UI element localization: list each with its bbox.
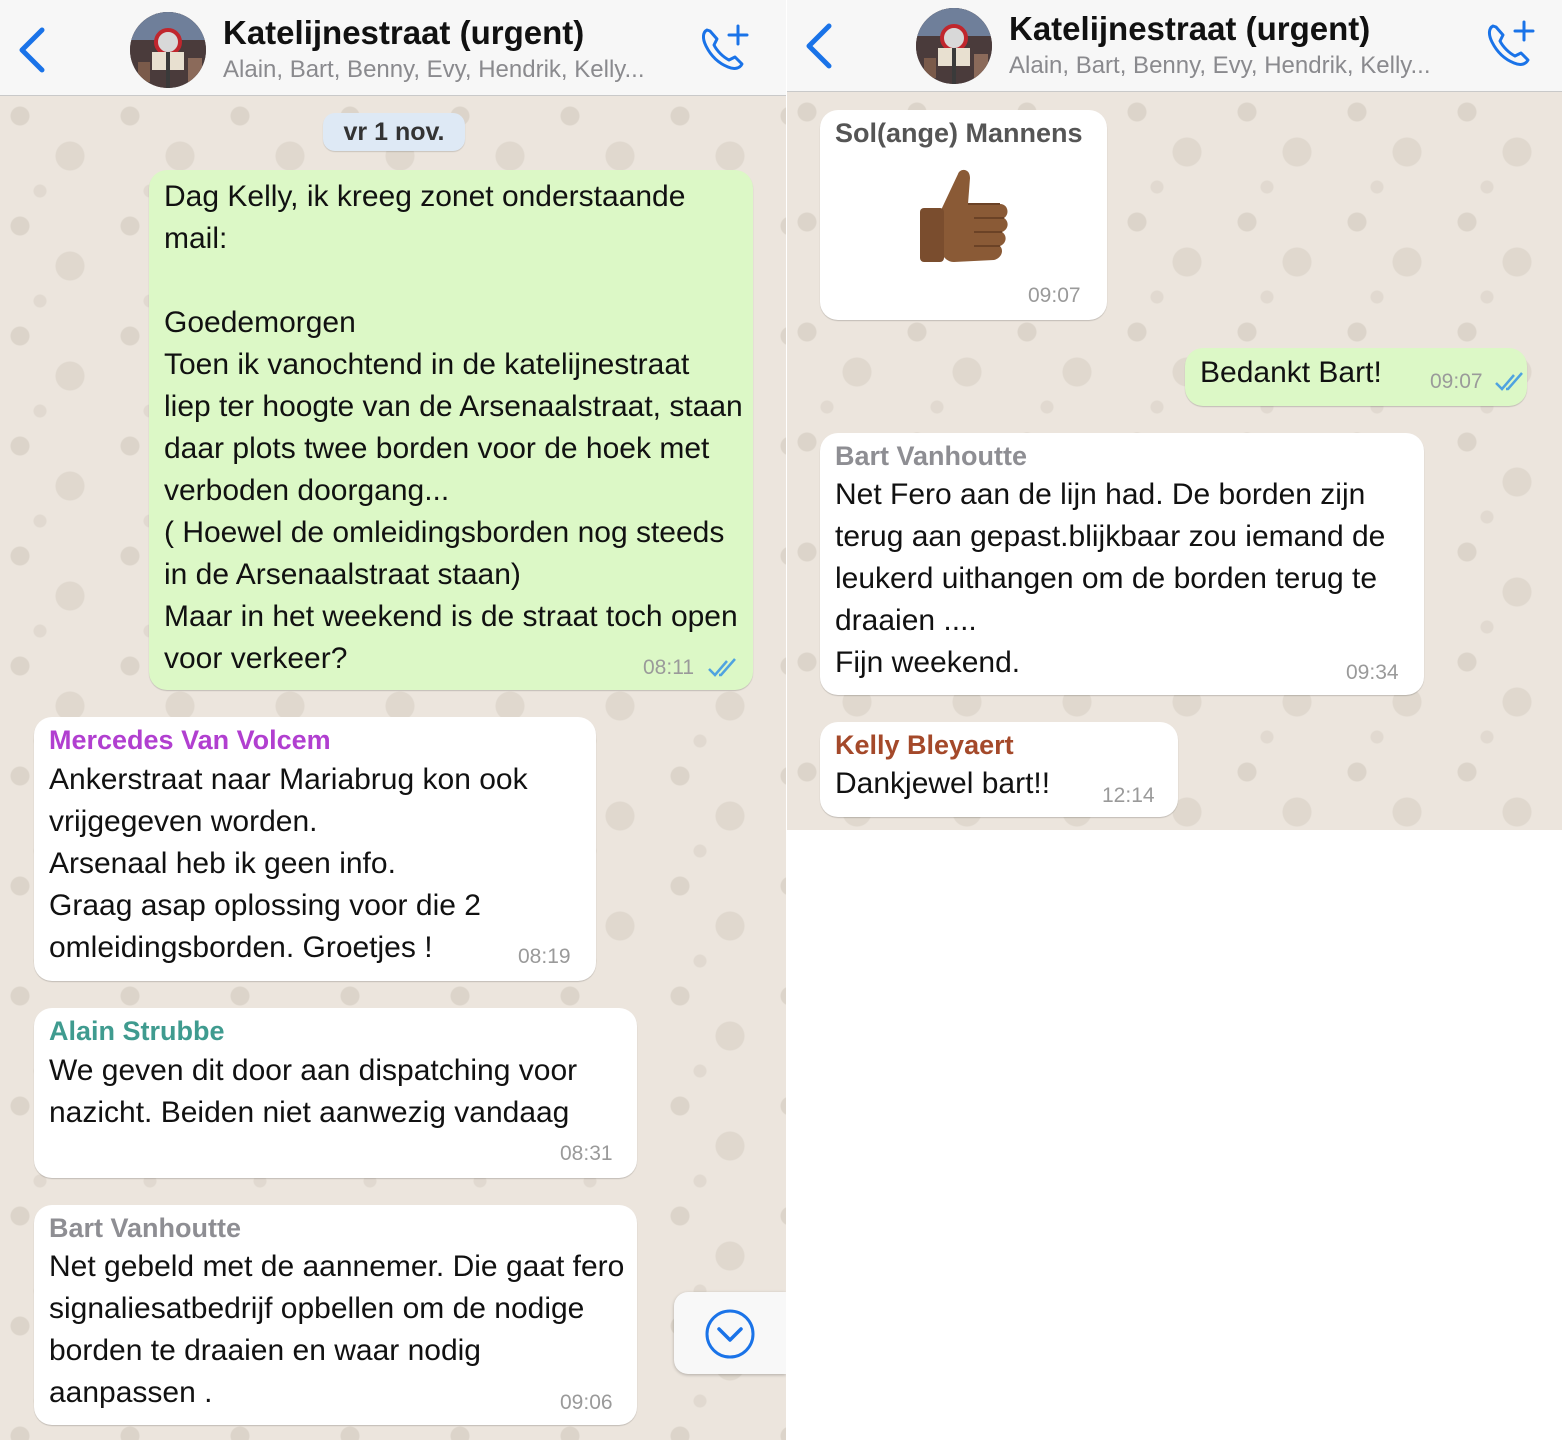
date-divider: vr 1 nov. (323, 113, 465, 151)
scroll-to-bottom-button[interactable] (674, 1292, 786, 1374)
chat-header: Katelijnestraat (urgent) Alain, Bart, Be… (0, 0, 786, 96)
message-bubble[interactable]: Mercedes Van Volcem Ankerstraat naar Mar… (34, 717, 596, 981)
back-chevron-icon[interactable] (16, 26, 48, 74)
message-text: Net Fero aan de lijn had. De borden zijn… (835, 478, 1386, 679)
message-text: Ankerstraat naar Mariabrug kon ook vrijg… (49, 763, 528, 964)
sender-name: Bart Vanhoutte (835, 441, 1028, 471)
chat-members[interactable]: Alain, Bart, Benny, Evy, Hendrik, Kelly.… (1009, 52, 1431, 80)
sender-name: Bart Vanhoutte (49, 1213, 242, 1243)
sender-name: Mercedes Van Volcem (49, 725, 331, 755)
message-bubble[interactable]: Bart Vanhoutte Net gebeld met de aanneme… (34, 1205, 637, 1425)
message-time: 09:07 (1430, 370, 1483, 393)
message-time: 08:31 (560, 1142, 613, 1165)
chat-members[interactable]: Alain, Bart, Benny, Evy, Hendrik, Kelly.… (223, 56, 645, 84)
group-avatar[interactable] (130, 12, 206, 88)
double-check-icon (1495, 372, 1523, 391)
sender-name: Kelly Bleyaert (835, 730, 1014, 760)
sender-name: Sol(ange) Mannens (835, 118, 1083, 148)
scroll-down-icon (705, 1309, 755, 1359)
message-time: 08:19 (518, 945, 571, 968)
double-check-icon (708, 658, 736, 677)
message-bubble[interactable]: Dag Kelly, ik kreeg zonet onderstaande m… (149, 170, 753, 690)
thumbs-up-sticker (920, 169, 1008, 262)
add-call-icon[interactable] (1484, 18, 1536, 70)
left-screenshot: Katelijnestraat (urgent) Alain, Bart, Be… (0, 0, 786, 1440)
message-time: 08:11 (643, 656, 694, 679)
message-bubble[interactable]: Bedankt Bart! 09:07 (1185, 348, 1527, 406)
message-time: 09:07 (1028, 284, 1081, 307)
message-bubble[interactable]: Bart Vanhoutte Net Fero aan de lijn had.… (820, 433, 1424, 695)
message-text: Dag Kelly, ik kreeg zonet onderstaande m… (164, 180, 743, 675)
message-time: 09:34 (1346, 661, 1399, 684)
message-text: Dankjewel bart!! (835, 767, 1051, 800)
chat-title[interactable]: Katelijnestraat (urgent) (1009, 10, 1370, 48)
chat-header: Katelijnestraat (urgent) Alain, Bart, Be… (787, 0, 1562, 92)
add-call-icon[interactable] (698, 22, 750, 74)
message-text: We geven dit door aan dispatching voor n… (49, 1054, 578, 1129)
message-bubble[interactable]: Sol(ange) Mannens 09:07 (820, 110, 1107, 320)
message-bubble[interactable]: Alain Strubbe We geven dit door aan disp… (34, 1008, 637, 1178)
message-bubble[interactable]: Kelly Bleyaert Dankjewel bart!! 12:14 (820, 722, 1178, 817)
back-chevron-icon[interactable] (803, 22, 835, 70)
sender-name: Alain Strubbe (49, 1016, 225, 1046)
right-screenshot: Katelijnestraat (urgent) Alain, Bart, Be… (787, 0, 1562, 830)
chat-title[interactable]: Katelijnestraat (urgent) (223, 14, 584, 52)
message-time: 09:06 (560, 1391, 613, 1414)
message-time: 12:14 (1102, 784, 1155, 807)
message-text: Bedankt Bart! (1200, 356, 1382, 389)
group-avatar[interactable] (916, 8, 992, 84)
message-text: Net gebeld met de aannemer. Die gaat fer… (49, 1250, 625, 1409)
